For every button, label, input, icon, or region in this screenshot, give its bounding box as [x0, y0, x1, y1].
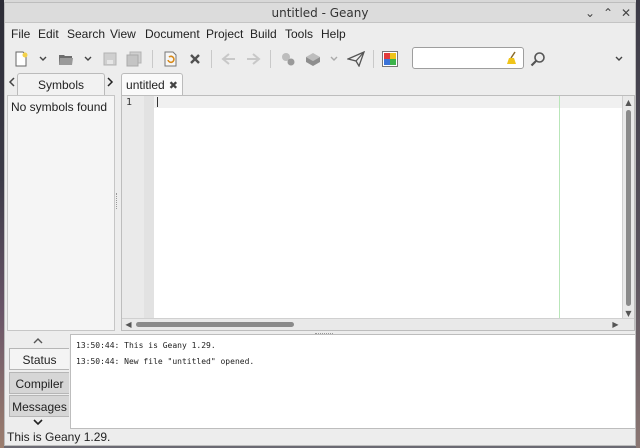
build-dropdown-chevron-icon[interactable]	[329, 49, 339, 69]
vertical-scroll-thumb[interactable]	[626, 110, 631, 306]
build-icon[interactable]	[303, 49, 323, 69]
tab-messages[interactable]: Messages	[9, 395, 69, 417]
menu-build[interactable]: Build	[250, 24, 277, 44]
scroll-tabs-up-icon[interactable]	[5, 337, 71, 347]
horizontal-scroll-thumb[interactable]	[136, 322, 294, 327]
tab-symbols[interactable]: Symbols	[17, 73, 105, 96]
overflow-chevron-icon[interactable]	[614, 49, 624, 69]
geany-window: untitled - Geany ⌄ ⌃ ✕ File Edit Search …	[4, 2, 636, 446]
minimize-button[interactable]: ⌄	[583, 6, 597, 20]
menu-help[interactable]: Help	[321, 24, 346, 44]
menu-bar: File Edit Search View Document Project B…	[5, 24, 635, 44]
symbols-empty-message: No symbols found	[11, 100, 108, 114]
line-number: 1	[126, 97, 133, 108]
message-notebook: Status Compiler Messages	[5, 335, 71, 431]
close-window-button[interactable]: ✕	[619, 6, 633, 20]
back-icon[interactable]	[219, 49, 239, 69]
vertical-scrollbar[interactable]: ▲ ▼	[622, 96, 634, 320]
maximize-button[interactable]: ⌃	[601, 6, 615, 20]
run-icon[interactable]	[346, 49, 366, 69]
open-file-icon[interactable]	[56, 49, 76, 69]
menu-file[interactable]: File	[11, 24, 30, 44]
menu-edit[interactable]: Edit	[38, 24, 59, 44]
scroll-tabs-right-icon[interactable]	[105, 73, 115, 95]
menu-document[interactable]: Document	[145, 24, 200, 44]
menu-view[interactable]: View	[110, 24, 136, 44]
save-icon[interactable]	[100, 49, 120, 69]
tab-compiler[interactable]: Compiler	[9, 372, 69, 394]
sidebar-resize-handle[interactable]	[116, 193, 118, 209]
color-chooser-icon[interactable]	[380, 49, 400, 69]
scroll-tabs-down-icon[interactable]	[5, 419, 71, 429]
scroll-right-icon[interactable]: ▶	[610, 319, 621, 330]
desktop-background-right	[636, 0, 640, 448]
editor-notebook: untitled ✖	[118, 73, 636, 96]
long-line-marker	[559, 96, 560, 318]
scroll-tabs-left-icon[interactable]	[6, 73, 16, 95]
menu-tools[interactable]: Tools	[285, 24, 313, 44]
menu-project[interactable]: Project	[206, 24, 243, 44]
compile-icon[interactable]	[278, 49, 298, 69]
horizontal-scrollbar[interactable]: ◀ ▶	[122, 318, 634, 330]
tab-untitled-label: untitled	[126, 78, 165, 92]
toolbar-separator	[211, 50, 212, 68]
revert-icon[interactable]	[160, 49, 180, 69]
search-input[interactable]	[412, 47, 524, 69]
window-title: untitled - Geany	[271, 6, 369, 20]
scroll-left-icon[interactable]: ◀	[123, 319, 134, 330]
sidebar-notebook: Symbols	[5, 73, 117, 96]
tab-untitled[interactable]: untitled ✖	[121, 73, 183, 96]
new-file-icon[interactable]	[11, 49, 31, 69]
save-all-icon[interactable]	[124, 49, 144, 69]
log-line: 13:50:44: New file "untitled" opened.	[76, 357, 255, 366]
forward-icon[interactable]	[243, 49, 263, 69]
symbols-panel[interactable]: No symbols found	[7, 95, 115, 331]
line-number-gutter: 1	[122, 96, 144, 318]
title-bar[interactable]: untitled - Geany ⌄ ⌃ ✕	[5, 3, 635, 23]
fold-margin[interactable]	[144, 96, 154, 318]
toolbar	[5, 44, 635, 74]
new-file-dropdown-chevron-icon[interactable]	[38, 49, 48, 69]
search-icon[interactable]	[528, 49, 548, 69]
status-bar: This is Geany 1.29.	[7, 430, 111, 444]
toolbar-separator	[373, 50, 374, 68]
current-line-highlight	[154, 96, 622, 108]
menu-search[interactable]: Search	[67, 24, 105, 44]
log-line: 13:50:44: This is Geany 1.29.	[76, 341, 216, 350]
code-editor[interactable]: 1 ▲ ▼ ◀ ▶	[121, 95, 635, 331]
toolbar-separator	[270, 50, 271, 68]
close-tab-icon[interactable]: ✖	[169, 75, 178, 97]
text-caret	[157, 97, 158, 107]
close-icon[interactable]	[185, 49, 205, 69]
toolbar-separator	[152, 50, 153, 68]
scroll-up-icon[interactable]: ▲	[623, 97, 634, 108]
tab-status[interactable]: Status	[9, 348, 69, 370]
status-log-panel[interactable]: 13:50:44: This is Geany 1.29. 13:50:44: …	[70, 334, 636, 429]
open-file-dropdown-chevron-icon[interactable]	[83, 49, 93, 69]
clear-broom-icon[interactable]	[506, 51, 520, 65]
